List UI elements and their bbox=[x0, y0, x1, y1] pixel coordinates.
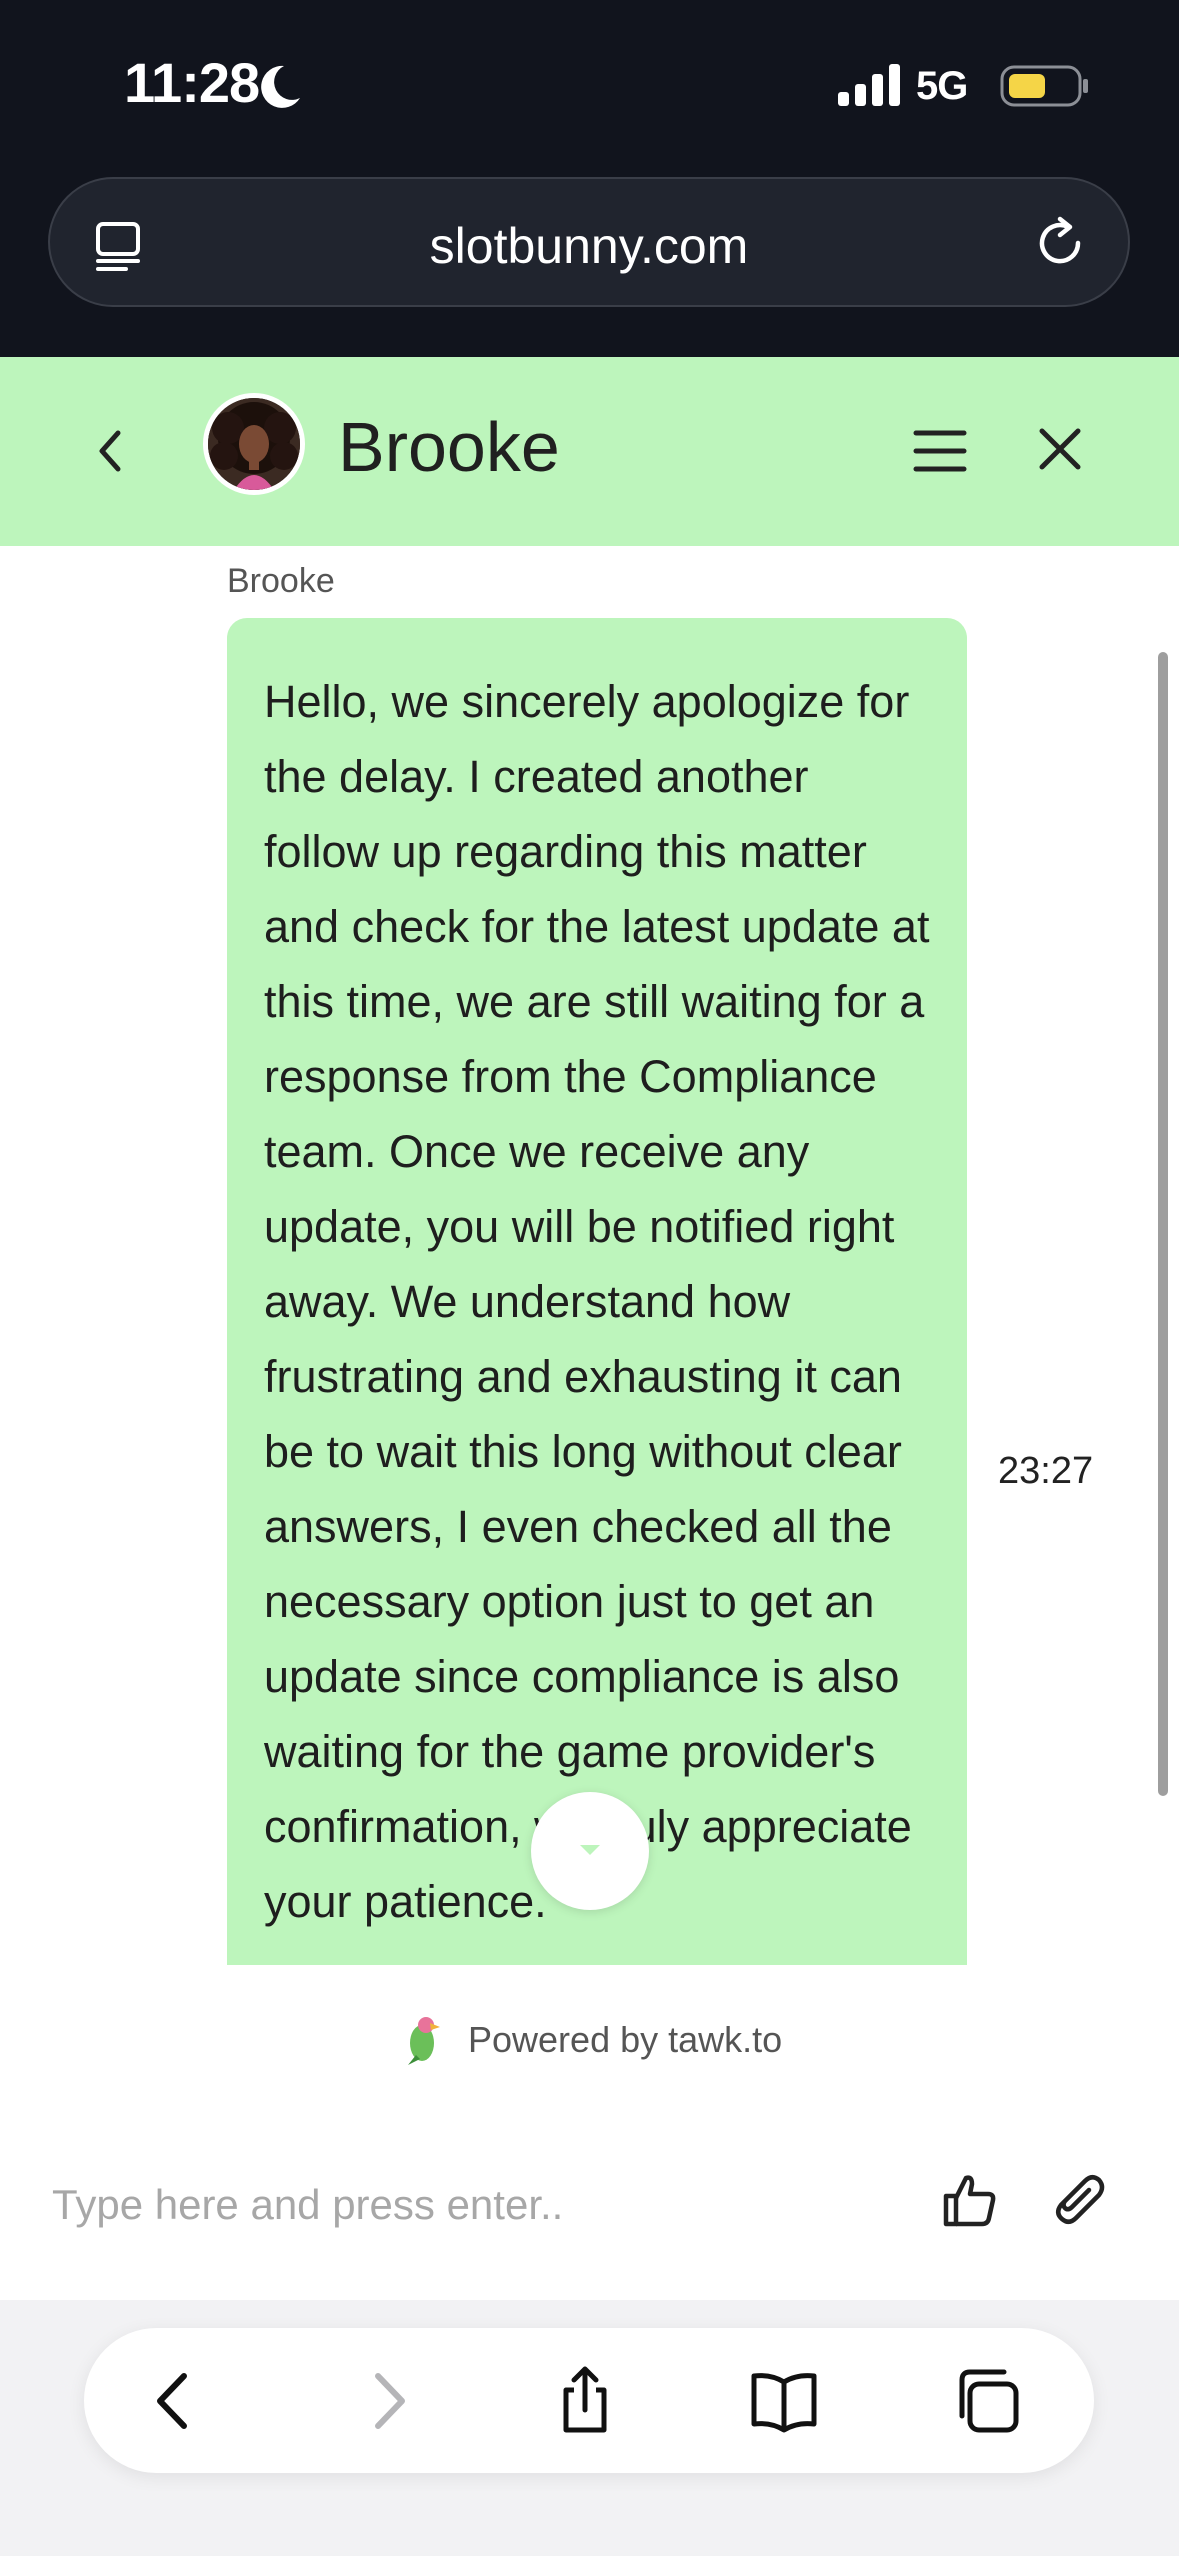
browser-top-bar: 11:28 5G slotbunny.com bbox=[0, 0, 1179, 357]
chevron-down-icon bbox=[580, 1845, 600, 1855]
chat-header: Brooke bbox=[0, 357, 1179, 546]
status-time: 11:28 bbox=[124, 51, 260, 114]
thumbs-up-icon[interactable] bbox=[940, 2170, 1000, 2230]
tabs-icon[interactable] bbox=[952, 2366, 1022, 2436]
message-sender: Brooke bbox=[227, 562, 335, 600]
browser-forward-icon[interactable] bbox=[352, 2366, 422, 2436]
battery-icon bbox=[1000, 65, 1088, 107]
agent-name: Brooke bbox=[338, 408, 560, 486]
powered-by-text[interactable]: Powered by tawk.to bbox=[468, 2019, 782, 2061]
browser-back-icon[interactable] bbox=[140, 2366, 210, 2436]
close-icon[interactable] bbox=[1034, 423, 1086, 475]
chat-messages[interactable]: Brooke Hello, we sincerely apologize for… bbox=[0, 546, 1179, 1965]
chat-footer: Powered by tawk.to bbox=[0, 1965, 1179, 2300]
tawk-parrot-logo-icon bbox=[408, 2017, 440, 2065]
browser-bottom-area bbox=[0, 2300, 1179, 2556]
bookmarks-icon[interactable] bbox=[749, 2366, 819, 2436]
back-icon[interactable] bbox=[86, 423, 136, 479]
share-icon[interactable] bbox=[550, 2366, 620, 2436]
attachment-paperclip-icon[interactable] bbox=[1045, 2167, 1109, 2231]
message-text: Hello, we sincerely apologize for the de… bbox=[264, 676, 930, 1927]
url-text[interactable]: slotbunny.com bbox=[50, 217, 1128, 275]
hamburger-menu-icon[interactable] bbox=[912, 423, 968, 479]
agent-avatar bbox=[203, 393, 305, 495]
moon-icon bbox=[261, 65, 300, 108]
scroll-to-bottom-button[interactable] bbox=[531, 1792, 649, 1910]
network-type-label: 5G bbox=[916, 64, 968, 108]
cellular-signal-icon bbox=[838, 64, 900, 106]
reload-icon[interactable] bbox=[1030, 213, 1090, 273]
agent-message-bubble: Hello, we sincerely apologize for the de… bbox=[227, 618, 967, 1965]
message-input[interactable] bbox=[52, 2165, 872, 2245]
message-timestamp: 23:27 bbox=[998, 1450, 1094, 1492]
address-bar[interactable]: slotbunny.com bbox=[48, 177, 1130, 307]
page-scrollbar[interactable] bbox=[1158, 652, 1168, 1796]
browser-toolbar bbox=[84, 2328, 1094, 2473]
